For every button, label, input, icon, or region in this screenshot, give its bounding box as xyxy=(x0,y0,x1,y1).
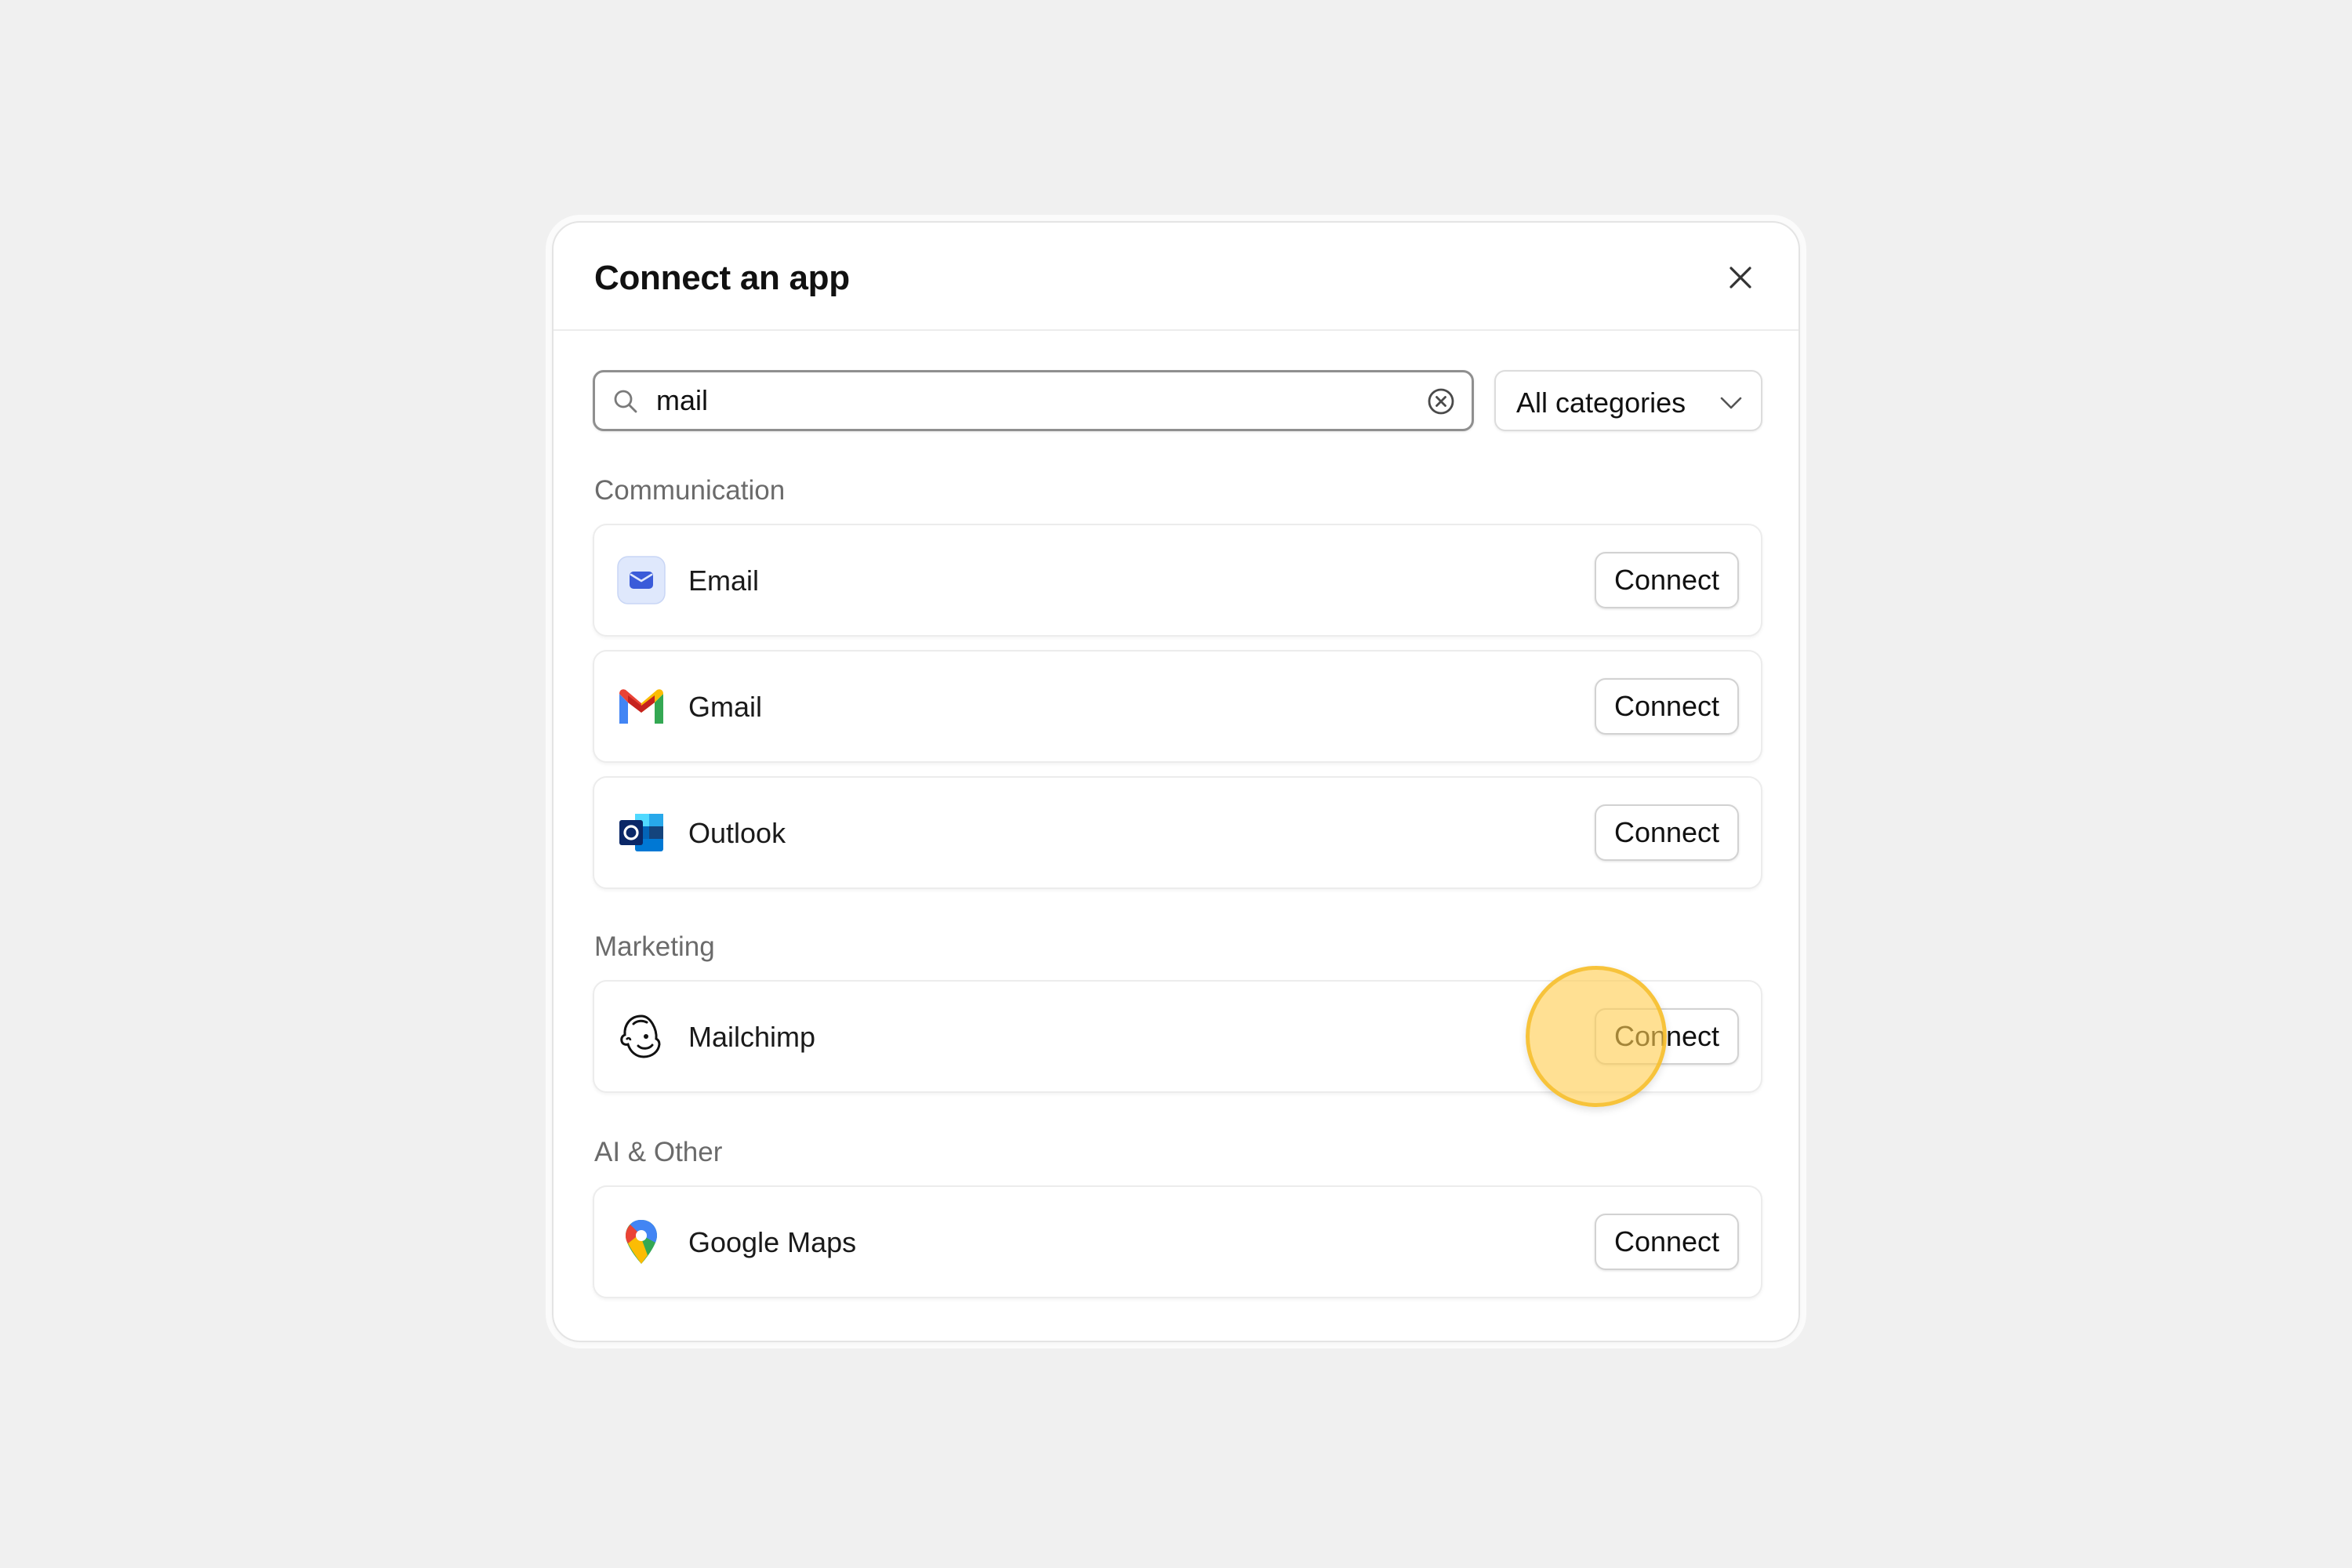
app-name: Email xyxy=(688,564,760,597)
category-dropdown[interactable]: All categories xyxy=(1494,370,1762,431)
section-label-marketing: Marketing xyxy=(594,931,715,962)
search-box[interactable] xyxy=(593,370,1474,431)
chevron-down-icon xyxy=(1720,397,1742,409)
app-card-mailchimp: Mailchimp Connect xyxy=(593,980,1762,1093)
category-selected-value: All categories xyxy=(1516,387,1686,419)
app-card-gmail: Gmail Connect xyxy=(593,650,1762,763)
modal-header: Connect an app xyxy=(554,223,1798,331)
section-label-communication: Communication xyxy=(594,475,786,506)
connect-mailchimp-button[interactable]: Connect xyxy=(1595,1008,1739,1065)
connect-outlook-button[interactable]: Connect xyxy=(1595,804,1739,861)
close-icon xyxy=(1730,267,1751,289)
connect-gmail-button[interactable]: Connect xyxy=(1595,678,1739,735)
app-card-email: Email Connect xyxy=(593,524,1762,637)
outlook-icon xyxy=(619,814,663,851)
connect-app-modal: Connect an app All categories Communicat… xyxy=(552,221,1800,1342)
app-name: Google Maps xyxy=(688,1226,857,1258)
google-maps-icon xyxy=(626,1220,657,1264)
app-name: Gmail xyxy=(688,691,763,723)
mailchimp-icon xyxy=(620,1014,661,1058)
app-name: Outlook xyxy=(688,817,786,849)
connect-email-button[interactable]: Connect xyxy=(1595,552,1739,608)
app-card-outlook: Outlook Connect xyxy=(593,776,1762,889)
close-button[interactable] xyxy=(1717,254,1764,301)
gmail-icon xyxy=(619,689,663,724)
search-input[interactable] xyxy=(656,379,1362,423)
section-label-ai-other: AI & Other xyxy=(594,1137,723,1167)
app-name: Mailchimp xyxy=(688,1021,816,1053)
modal-title: Connect an app xyxy=(594,259,850,297)
email-app-icon xyxy=(617,556,666,604)
connect-google-maps-button[interactable]: Connect xyxy=(1595,1214,1739,1270)
app-card-google-maps: Google Maps Connect xyxy=(593,1185,1762,1298)
search-icon xyxy=(614,390,637,413)
clear-search-icon[interactable] xyxy=(1426,387,1456,416)
